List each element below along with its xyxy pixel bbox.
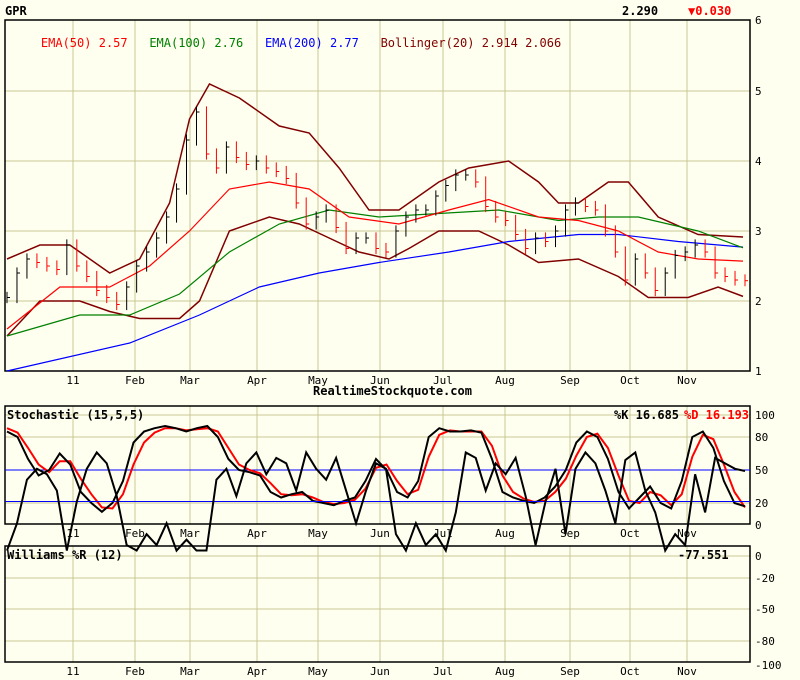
x-tick-label: Aug — [495, 665, 515, 678]
y-tick-label: -20 — [755, 572, 775, 585]
y-tick-label: 5 — [755, 85, 762, 98]
ema200-label: EMA(200) — [264, 36, 323, 50]
x-tick-label: Oct — [620, 665, 640, 678]
bollinger-upper-value: 2.914 — [481, 36, 518, 50]
bollinger-upper-line — [6, 83, 744, 274]
x-tick-label: Oct — [620, 527, 640, 540]
y-tick-label: 0 — [755, 550, 762, 563]
stock-chart: GPR 2.290 ▼0.030 EMA(50) 2.57 EMA(100) 2… — [0, 0, 800, 680]
x-tick-label: Nov — [677, 665, 697, 678]
x-tick-label: 11 — [66, 374, 79, 387]
y-tick-label: 3 — [755, 225, 762, 238]
y-tick-label: 6 — [755, 14, 762, 27]
x-tick-label: Feb — [125, 374, 145, 387]
x-tick-label: Sep — [560, 527, 580, 540]
x-tick-label: Sep — [560, 374, 580, 387]
x-tick-label: May — [308, 374, 328, 387]
x-tick-label: Apr — [247, 374, 267, 387]
bollinger-lower-value: 2.066 — [525, 36, 562, 50]
panel-frame — [4, 545, 751, 663]
x-tick-label: Feb — [125, 665, 145, 678]
chart-canvas: 65432111 Feb Mar Apr May Jun Jul Aug Sep Oct Nov10… — [4, 14, 782, 678]
ema100-value: 2.76 — [214, 36, 244, 50]
x-tick-label: Sep — [560, 665, 580, 678]
bollinger-lower-line — [6, 216, 744, 337]
y-tick-label: 20 — [755, 497, 768, 510]
x-tick-label: Feb — [125, 527, 145, 540]
x-tick-label: Jul — [433, 374, 453, 387]
y-tick-label: 0 — [755, 519, 762, 532]
x-tick-label: Jun — [370, 374, 390, 387]
williams-value: -77.551 — [678, 548, 729, 562]
x-tick-label: Mar — [180, 374, 200, 387]
y-tick-label: -80 — [755, 635, 775, 648]
ema100-label: EMA(100) — [149, 36, 208, 50]
x-tick-label: Mar — [180, 527, 200, 540]
x-tick-label: Nov — [677, 374, 697, 387]
y-tick-label: 50 — [755, 464, 768, 477]
stochastic-d-value: %D 16.193 — [684, 408, 750, 422]
x-tick-label: May — [308, 665, 328, 678]
stochastic-title: Stochastic (15,5,5) — [7, 408, 145, 422]
x-tick-label: May — [308, 527, 328, 540]
x-tick-label: Jul — [433, 665, 453, 678]
x-tick-label: Aug — [495, 374, 515, 387]
x-tick-label: Jun — [370, 527, 390, 540]
indicator-legend: EMA(50) 2.57 EMA(100) 2.76 EMA(200) 2.77… — [12, 22, 561, 64]
y-tick-label: 4 — [755, 155, 762, 168]
y-tick-label: 2 — [755, 295, 762, 308]
ema100-line — [6, 209, 744, 337]
ema200-value: 2.77 — [329, 36, 359, 50]
x-tick-label: 11 — [66, 665, 79, 678]
y-tick-label: -100 — [755, 659, 782, 672]
panel-frame — [4, 19, 751, 372]
williams-title: Williams %R (12) — [7, 548, 123, 562]
y-tick-label: 80 — [755, 431, 768, 444]
y-tick-label: 1 — [755, 365, 762, 378]
y-tick-label: 100 — [755, 409, 775, 422]
x-tick-label: Oct — [620, 374, 640, 387]
x-tick-label: Apr — [247, 527, 267, 540]
bollinger-label: Bollinger(20) — [380, 36, 475, 50]
x-tick-label: Jun — [370, 665, 390, 678]
ema50-value: 2.57 — [98, 36, 128, 50]
x-tick-label: Aug — [495, 527, 515, 540]
x-tick-label: Apr — [247, 665, 267, 678]
ema50-label: EMA(50) — [40, 36, 92, 50]
stochastic-k-value: %K 16.685 — [614, 408, 680, 422]
x-tick-label: Mar — [180, 665, 200, 678]
y-tick-label: -50 — [755, 603, 775, 616]
